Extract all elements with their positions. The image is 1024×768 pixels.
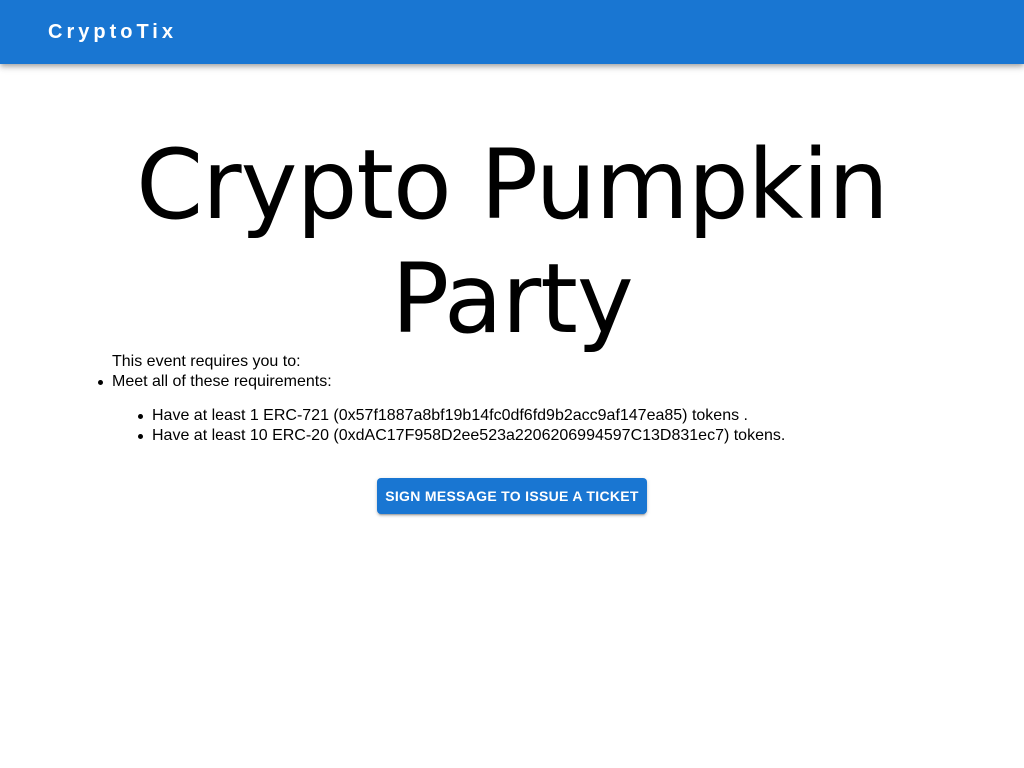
app-bar: CryptoTix [0, 0, 1024, 64]
event-title-line-1: Crypto Pumpkin [136, 129, 889, 241]
requirement-group-label: Meet all of these requirements: [112, 373, 332, 390]
requirement-items: Have at least 1 ERC-721 (0x57f1887a8bf19… [137, 406, 786, 446]
requirements-intro: This event requires you to: [112, 353, 301, 370]
sign-message-button[interactable]: Sign message to issue a ticket [377, 478, 647, 514]
requirement-group: Meet all of these requirements: Have at … [97, 372, 786, 446]
requirement-item: Have at least 1 ERC-721 (0x57f1887a8bf19… [137, 406, 785, 426]
event-title-line-2: Party [391, 243, 633, 355]
requirements-list: Meet all of these requirements: Have at … [97, 372, 786, 446]
requirement-item: Have at least 10 ERC-20 (0xdAC17F958D2ee… [137, 427, 786, 444]
event-title: Crypto Pumpkin Party [0, 128, 1024, 356]
brand-logo[interactable]: CryptoTix [48, 19, 177, 45]
